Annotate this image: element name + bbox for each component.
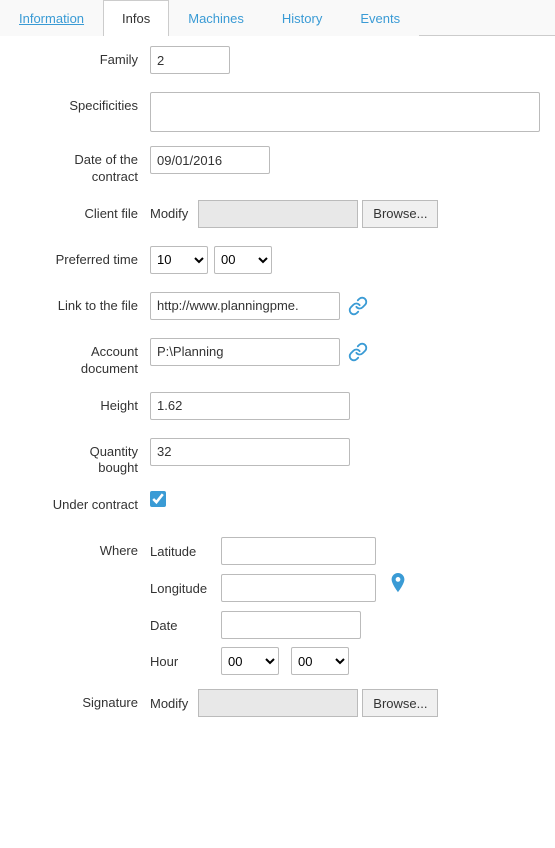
client-file-label: Client file — [20, 200, 150, 223]
where-control: Latitude Longitude Date — [150, 537, 535, 675]
family-label: Family — [20, 46, 150, 69]
client-file-control: Modify Browse... — [150, 200, 535, 228]
link-icon[interactable] — [348, 296, 368, 316]
where-row: Where Latitude Longitude — [20, 537, 535, 675]
specificities-control — [150, 92, 540, 132]
quantity-label: Quantity bought — [20, 438, 150, 478]
specificities-row: Specificities — [20, 92, 535, 132]
client-file-wrapper: Modify Browse... — [150, 200, 438, 228]
tab-infos[interactable]: Infos — [103, 0, 169, 36]
tab-events[interactable]: Events — [341, 0, 419, 36]
family-input[interactable] — [150, 46, 230, 74]
where-block: Latitude Longitude Date — [150, 537, 408, 675]
where-date-label: Date — [150, 618, 215, 633]
where-label: Where — [20, 537, 150, 560]
height-row: Height — [20, 392, 535, 424]
signature-input-box — [198, 689, 358, 717]
height-input[interactable] — [150, 392, 350, 420]
tab-machines[interactable]: Machines — [169, 0, 263, 36]
longitude-row: Longitude — [150, 573, 408, 603]
where-hour-row: Hour 00 00 — [150, 647, 408, 675]
preferred-time-hour-select[interactable]: 10 — [150, 246, 208, 274]
account-row: Account document — [20, 338, 535, 378]
specificities-label: Specificities — [20, 92, 150, 115]
link-label: Link to the file — [20, 292, 150, 315]
latitude-input[interactable] — [221, 537, 376, 565]
date-contract-input[interactable] — [150, 146, 270, 174]
where-hour-m-select[interactable]: 00 — [291, 647, 349, 675]
account-label: Account document — [20, 338, 150, 378]
specificities-input[interactable] — [150, 92, 540, 132]
preferred-time-inputs: 10 00 — [150, 246, 272, 274]
form-area: Family Specificities Date of the contrac… — [0, 36, 555, 755]
client-file-modify-label: Modify — [150, 206, 188, 221]
tab-history[interactable]: History — [263, 0, 341, 36]
signature-browse-button[interactable]: Browse... — [362, 689, 438, 717]
signature-wrapper: Modify Browse... — [150, 689, 438, 717]
where-date-input[interactable] — [221, 611, 361, 639]
link-control — [150, 292, 535, 320]
under-contract-checkbox[interactable] — [150, 491, 166, 507]
quantity-control — [150, 438, 535, 466]
longitude-label: Longitude — [150, 581, 215, 596]
preferred-time-row: Preferred time 10 00 — [20, 246, 535, 278]
preferred-time-label: Preferred time — [20, 246, 150, 269]
link-input[interactable] — [150, 292, 340, 320]
under-contract-control — [150, 491, 535, 507]
client-file-input-box — [198, 200, 358, 228]
where-date-row: Date — [150, 611, 408, 639]
height-control — [150, 392, 535, 420]
signature-modify-label: Modify — [150, 696, 188, 711]
signature-control: Modify Browse... — [150, 689, 535, 717]
preferred-time-min-select[interactable]: 00 — [214, 246, 272, 274]
under-contract-label: Under contract — [20, 491, 150, 514]
date-contract-control — [150, 146, 535, 174]
account-input[interactable] — [150, 338, 340, 366]
date-contract-label: Date of the contract — [20, 146, 150, 186]
client-file-browse-button[interactable]: Browse... — [362, 200, 438, 228]
signature-label: Signature — [20, 689, 150, 712]
family-row: Family — [20, 46, 535, 78]
latitude-row: Latitude — [150, 537, 408, 565]
preferred-time-control: 10 00 — [150, 246, 535, 274]
location-pin-icon[interactable] — [388, 573, 408, 603]
tab-information[interactable]: Information — [0, 0, 103, 36]
signature-row: Signature Modify Browse... — [20, 689, 535, 721]
quantity-input[interactable] — [150, 438, 350, 466]
longitude-input[interactable] — [221, 574, 376, 602]
date-contract-row: Date of the contract — [20, 146, 535, 186]
quantity-row: Quantity bought — [20, 438, 535, 478]
latitude-label: Latitude — [150, 544, 215, 559]
height-label: Height — [20, 392, 150, 415]
tabs-bar: Information Infos Machines History Event… — [0, 0, 555, 36]
under-contract-row: Under contract — [20, 491, 535, 523]
client-file-row: Client file Modify Browse... — [20, 200, 535, 232]
account-control — [150, 338, 535, 366]
account-link-icon[interactable] — [348, 342, 368, 362]
family-control — [150, 46, 535, 74]
link-row: Link to the file — [20, 292, 535, 324]
where-hour-h-select[interactable]: 00 — [221, 647, 279, 675]
where-hour-label: Hour — [150, 654, 215, 669]
